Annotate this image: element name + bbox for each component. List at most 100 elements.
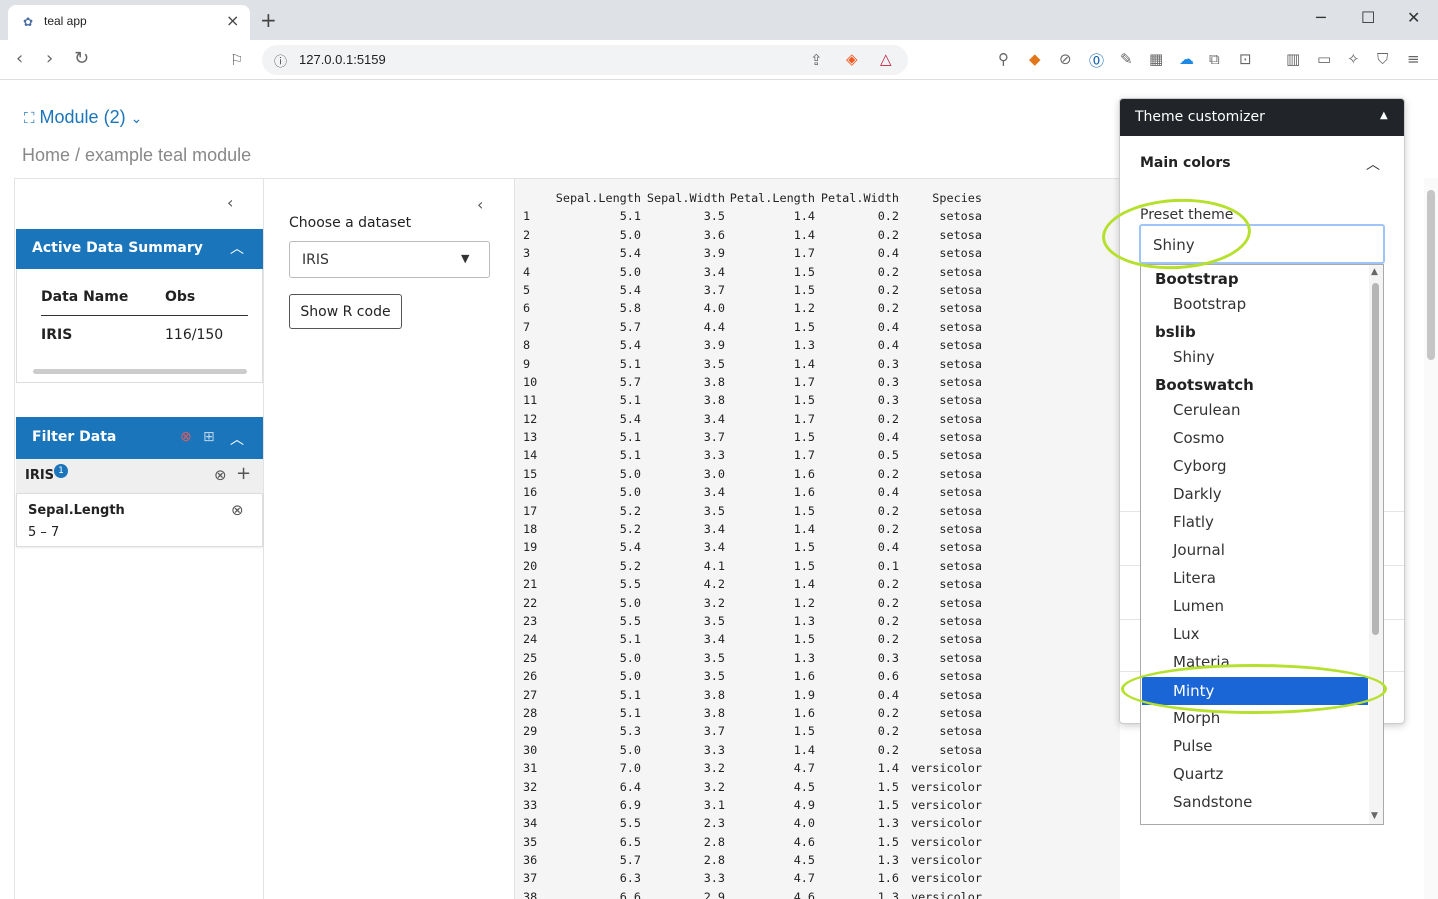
maximize-icon[interactable]: ☐ [1361, 8, 1375, 27]
theme-option[interactable]: Darkly [1173, 485, 1222, 503]
table-cell: setosa [939, 522, 982, 537]
browser-tab[interactable]: ✿ teal app × [8, 5, 250, 40]
wallet-icon[interactable]: ▭ [1317, 50, 1331, 68]
horizontal-scrollbar[interactable] [33, 369, 247, 374]
vpn-shield-icon[interactable]: ⛉ [1377, 50, 1388, 68]
filter-data-header[interactable]: Filter Data ⊗ ⊞ ︿ [16, 417, 263, 459]
theme-option[interactable]: Shiny [1173, 348, 1215, 366]
theme-option[interactable]: Bootstrap [1173, 295, 1246, 313]
table-cell: 5.5 [619, 613, 641, 628]
filter-card[interactable]: Sepal.Length 5 – 7 ⊗ [16, 493, 263, 547]
extension-picker-icon[interactable]: ✎ [1120, 50, 1133, 68]
leo-ai-icon[interactable]: ✧ [1347, 50, 1360, 68]
extension-screenshot-icon[interactable]: ⊡ [1239, 50, 1252, 68]
chevron-up-icon[interactable]: ︿ [1366, 154, 1380, 174]
table-row: 26 5.0 3.5 1.6 0.6 setosa [523, 667, 982, 685]
theme-option[interactable]: Lumen [1173, 597, 1224, 615]
remove-all-filters-icon[interactable]: ⊗ [180, 429, 192, 445]
share-icon[interactable]: ⇪ [810, 51, 823, 69]
theme-option[interactable]: Cosmo [1173, 429, 1224, 447]
table-cell: setosa [939, 246, 982, 261]
table-cell: 5.2 [619, 522, 641, 537]
forward-icon[interactable]: › [46, 48, 53, 69]
caret-up-icon[interactable]: ▲ [1380, 110, 1388, 121]
main-colors-title[interactable]: Main colors [1140, 155, 1231, 171]
theme-customizer-title: Theme customizer [1135, 109, 1265, 125]
theme-option[interactable]: Sandstone [1173, 793, 1252, 811]
add-variable-filter-icon[interactable]: + [236, 463, 251, 484]
extension-cloud-icon[interactable]: ☁ [1179, 50, 1194, 68]
show-r-code-button[interactable]: Show R code [289, 294, 402, 329]
close-tab-icon[interactable]: × [226, 11, 239, 30]
table-cell: 25 [523, 650, 538, 665]
site-info-icon[interactable]: ⓘ [274, 51, 287, 70]
encoding-panel: ‹ Choose a dataset IRIS ▼ Show R code [264, 178, 515, 899]
theme-option-selected[interactable]: Minty [1142, 677, 1368, 705]
scroll-down-arrow-icon[interactable]: ▼ [1371, 811, 1378, 821]
close-window-icon[interactable]: ✕ [1407, 8, 1420, 27]
theme-option[interactable]: Lux [1173, 625, 1199, 643]
module-nav-dropdown[interactable]: ⛶ Module (2) ⌄ [24, 107, 142, 128]
table-cell: 1.4 [793, 577, 815, 592]
table-cell: 5.2 [619, 558, 641, 573]
theme-option[interactable]: Litera [1173, 569, 1216, 587]
table-cell: 1.4 [793, 356, 815, 371]
table-cell: setosa [939, 282, 982, 297]
theme-option[interactable]: Pulse [1173, 737, 1213, 755]
active-data-summary-title: Active Data Summary [32, 240, 203, 256]
table-cell: 0.4 [877, 430, 899, 445]
listbox-scrollbar[interactable]: ▲ ▼ [1369, 265, 1383, 824]
extension-translate-icon[interactable]: ⚲ [998, 50, 1009, 68]
theme-option[interactable]: Journal [1173, 541, 1225, 559]
brave-rewards-icon[interactable]: △ [880, 50, 892, 68]
menu-icon[interactable]: ≡ [1407, 50, 1420, 68]
reload-icon[interactable]: ↻ [74, 48, 89, 69]
table-cell: 4.6 [793, 834, 815, 849]
url-field[interactable]: ⓘ 127.0.0.1:5159 ⇪ ◈ △ [262, 45, 908, 75]
column-header: Petal.Length [729, 191, 815, 205]
extensions-icon[interactable]: ⧉ [1209, 50, 1220, 68]
collapse-encoding-panel-icon[interactable]: ‹ [477, 195, 483, 214]
table-cell: 1.5 [793, 540, 815, 555]
theme-option[interactable]: Quartz [1173, 765, 1223, 783]
add-filter-icon[interactable]: ⊞ [203, 429, 215, 445]
extension-metamask-icon[interactable]: ◆ [1029, 50, 1041, 68]
option-group-bootswatch: Bootswatch [1155, 376, 1254, 394]
table-row: 15 5.0 3.0 1.6 0.2 setosa [523, 465, 982, 483]
preset-theme-combobox[interactable]: Shiny [1139, 224, 1385, 264]
table-row: 29 5.3 3.7 1.5 0.2 setosa [523, 722, 982, 740]
theme-option[interactable]: Cyborg [1173, 457, 1226, 475]
theme-customizer-header[interactable]: Theme customizer ▲ [1120, 99, 1404, 136]
table-cell: 3.3 [703, 742, 725, 757]
brave-shield-icon[interactable]: ◈ [846, 50, 858, 68]
table-cell: 6.4 [619, 779, 641, 794]
new-tab-icon[interactable]: + [260, 8, 277, 32]
table-cell: versicolor [910, 834, 982, 849]
listbox-scrollbar-thumb[interactable] [1372, 283, 1379, 635]
table-cell: 5.7 [619, 319, 641, 334]
dataset-select[interactable]: IRIS ▼ [289, 241, 490, 278]
extension-compass-icon[interactable]: ⊘ [1059, 50, 1072, 68]
scroll-up-arrow-icon[interactable]: ▲ [1371, 267, 1378, 277]
sidebar-toggle-icon[interactable]: ▥ [1286, 50, 1300, 68]
chevron-up-icon[interactable]: ︿ [230, 238, 244, 258]
remove-filter-icon[interactable]: ⊗ [231, 501, 244, 519]
bookmark-icon[interactable]: ⚐ [230, 51, 243, 69]
minimize-icon[interactable]: ─ [1316, 8, 1326, 27]
theme-option[interactable]: Materia [1173, 653, 1230, 671]
theme-option[interactable]: Cerulean [1173, 401, 1240, 419]
theme-option[interactable]: Morph [1173, 709, 1220, 727]
back-icon[interactable]: ‹ [16, 48, 23, 69]
extension-qr-icon[interactable]: ▦ [1149, 50, 1163, 68]
theme-option[interactable]: Flatly [1173, 513, 1214, 531]
filter-count-badge: 1 [54, 464, 68, 478]
table-cell: 5.5 [619, 816, 641, 831]
remove-dataset-filters-icon[interactable]: ⊗ [214, 466, 227, 484]
page-scrollbar-thumb[interactable] [1427, 190, 1435, 360]
active-data-summary-header[interactable]: Active Data Summary ︿ [16, 229, 263, 269]
page-scrollbar[interactable] [1424, 178, 1438, 899]
collapse-filter-panel-icon[interactable]: ‹ [227, 193, 233, 212]
extension-password-icon[interactable]: ⓪ [1089, 50, 1104, 71]
preset-theme-listbox[interactable]: Bootstrap Bootstrap bslib Shiny Bootswat… [1140, 264, 1384, 825]
chevron-up-icon[interactable]: ︿ [230, 429, 244, 449]
